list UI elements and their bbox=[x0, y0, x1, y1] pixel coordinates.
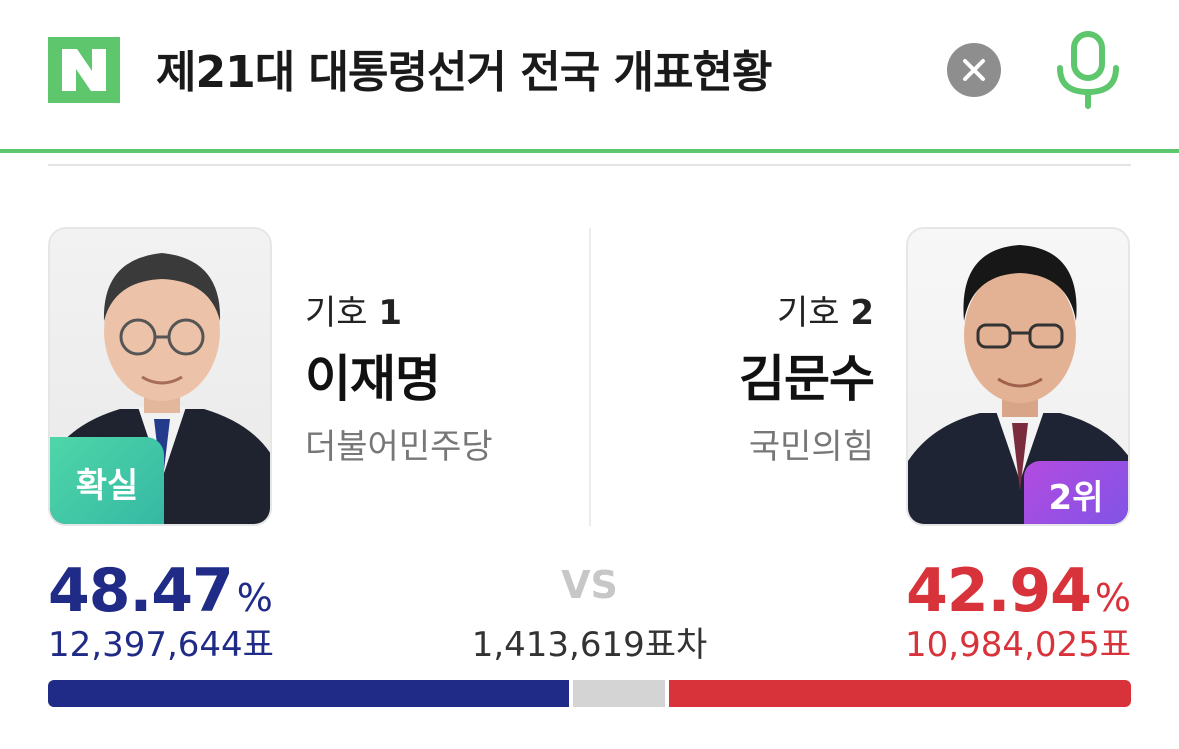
close-icon bbox=[963, 59, 985, 81]
vote-share-bar-others bbox=[573, 680, 666, 707]
search-bar-underline bbox=[0, 149, 1179, 153]
candidate-2-percent-unit: % bbox=[1094, 576, 1131, 620]
candidate-1-photo[interactable]: 확실 bbox=[48, 227, 272, 526]
vote-share-bar bbox=[48, 680, 1131, 707]
vote-share-bar-candidate-1 bbox=[48, 680, 570, 707]
candidate-2-number-value: 2 bbox=[850, 293, 874, 333]
confirmed-badge: 확실 bbox=[50, 437, 164, 524]
candidate-2-percent-value: 42.94 bbox=[906, 556, 1092, 626]
microphone-icon[interactable] bbox=[1052, 30, 1124, 110]
clear-search-button[interactable] bbox=[947, 43, 1001, 97]
section-divider bbox=[48, 164, 1131, 166]
search-header: 제21대 대통령선거 전국 개표현황 bbox=[0, 0, 1179, 153]
candidate-2-photo[interactable]: 2위 bbox=[906, 227, 1130, 526]
candidate-1-party: 더불어민주당 bbox=[305, 427, 493, 467]
candidate-1-name[interactable]: 이재명 bbox=[305, 344, 441, 414]
candidate-2-votes: 10,984,025표 bbox=[905, 625, 1131, 665]
candidate-2-number: 기호 2 bbox=[777, 290, 874, 336]
naver-logo-icon[interactable] bbox=[48, 37, 120, 103]
candidate-2-party: 국민의힘 bbox=[748, 427, 874, 467]
search-query-text[interactable]: 제21대 대통령선거 전국 개표현황 bbox=[156, 38, 772, 108]
candidate-divider bbox=[589, 228, 591, 526]
candidate-1-number-value: 1 bbox=[378, 293, 403, 333]
candidate-2-name[interactable]: 김문수 bbox=[739, 344, 875, 414]
candidate-1-number-label: 기호 bbox=[305, 293, 368, 333]
rank-badge: 2위 bbox=[1024, 461, 1128, 524]
candidate-1-number: 기호 1 bbox=[305, 290, 402, 336]
candidate-2-number-label: 기호 bbox=[776, 293, 840, 333]
vote-share-bar-candidate-2 bbox=[669, 680, 1131, 707]
